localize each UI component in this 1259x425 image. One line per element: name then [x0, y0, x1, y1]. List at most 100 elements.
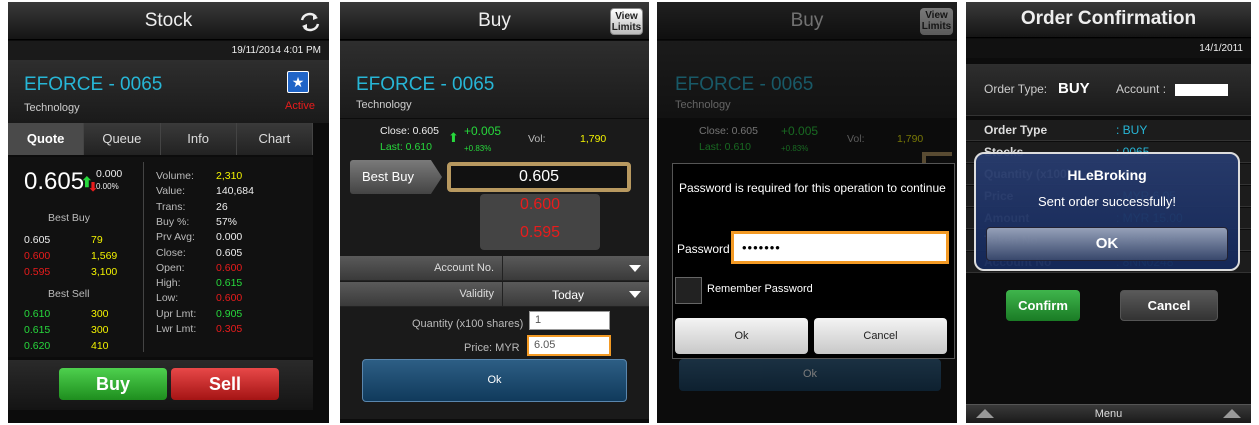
tab-info[interactable]: Info — [160, 123, 237, 155]
ask-qty: 300 — [91, 308, 109, 320]
password-ok-button[interactable]: Ok — [675, 318, 808, 354]
bid-price: 0.595 — [24, 266, 51, 278]
date: 14/1/2011 — [966, 39, 1251, 58]
stat-value: 140,684 — [216, 185, 254, 198]
divider — [143, 162, 144, 352]
account-label: Account : — [1116, 82, 1167, 96]
tab-chart[interactable]: Chart — [236, 123, 313, 155]
header-bar: Buy — [340, 2, 649, 40]
price-change-pct: +0.83% — [464, 144, 492, 153]
cancel-button[interactable]: Cancel — [1120, 290, 1218, 321]
account-label: Account No. — [340, 256, 503, 281]
stat-value: 0.605 — [216, 246, 243, 259]
tab-queue[interactable]: Queue — [84, 123, 161, 155]
tab-bar: Quote Queue Info Chart — [8, 123, 313, 155]
view-limits-button[interactable]: View Limits — [610, 8, 643, 35]
stat-value: 0.615 — [216, 277, 243, 290]
close-price: Close: 0.605 — [699, 125, 758, 137]
page-title: Buy — [790, 10, 824, 31]
bid-price: 0.600 — [24, 250, 51, 262]
page-title: Order Confirmation — [1020, 8, 1197, 29]
detail-value: : BUY — [1116, 123, 1148, 137]
stat-label: Upr Lmt: — [156, 307, 197, 320]
bid-qty: 1,569 — [91, 250, 118, 262]
stat-label: Buy %: — [156, 215, 190, 228]
remember-checkbox[interactable] — [675, 277, 702, 304]
page-title: Buy — [478, 10, 511, 31]
password-field[interactable]: ••••••• — [731, 231, 949, 264]
bid-price: 0.605 — [24, 234, 51, 246]
volume-label: Vol: — [847, 133, 865, 145]
stat-value: 0.905 — [216, 307, 243, 320]
star-icon[interactable]: ★ — [287, 71, 309, 93]
stat-label: High: — [156, 277, 181, 290]
stat-label: Trans: — [156, 200, 186, 213]
account-redacted — [1175, 84, 1228, 96]
stock-name: EFORCE - 0065 — [24, 74, 163, 95]
tab-quote[interactable]: Quote — [8, 123, 85, 155]
stock-name: EFORCE - 0065 — [356, 74, 495, 95]
buy-button[interactable]: Buy — [59, 368, 167, 400]
detail-label: Order Type — [984, 123, 1048, 137]
dropdown-arrow-icon — [629, 291, 641, 298]
price-picker-selected[interactable]: 0.605 — [447, 162, 631, 192]
dialog-message: Password is required for this operation … — [679, 181, 946, 195]
stat-value: 0.600 — [216, 292, 243, 305]
sell-button[interactable]: Sell — [171, 368, 279, 400]
menu-label: Menu — [1094, 408, 1123, 420]
password-dialog: Password is required for this operation … — [672, 163, 955, 359]
refresh-icon[interactable] — [299, 11, 321, 33]
best-sell-label: Best Sell — [48, 288, 90, 300]
volume-label: Vol: — [528, 133, 546, 145]
validity-dropdown[interactable]: Validity Today — [340, 282, 649, 307]
datetime: 19/11/2014 4:01 PM — [8, 41, 329, 60]
order-type: BUY — [1058, 80, 1090, 97]
volume: 1,790 — [897, 133, 924, 145]
price-field[interactable]: 6.05 — [527, 335, 611, 356]
stat-value: 57% — [216, 215, 238, 228]
last-price: 0.605 — [24, 168, 85, 195]
view-limits-button: View Limits — [920, 8, 953, 35]
confirm-button[interactable]: Confirm — [1006, 290, 1080, 321]
stat-label: Value: — [156, 185, 185, 198]
alert-ok-button[interactable]: OK — [986, 227, 1228, 261]
dropdown-arrow-icon — [629, 265, 641, 272]
status-label: Active — [285, 100, 315, 112]
alert-title: HLeBroking — [1067, 167, 1147, 183]
password-cancel-button[interactable]: Cancel — [814, 318, 947, 354]
sector: Technology — [675, 99, 731, 111]
order-type-label: Order Type: — [984, 82, 1048, 96]
alert-message: Sent order successfully! — [1037, 194, 1176, 209]
stat-label: Prv Avg: — [156, 231, 195, 244]
header-bar: Buy — [657, 2, 957, 40]
quantity-field[interactable]: 1 — [529, 311, 610, 330]
order-confirmation-screen: Order Confirmation 14/1/2011 Order Type:… — [966, 2, 1251, 423]
stat-value: 0.600 — [216, 261, 243, 274]
header-bar: Order Confirmation — [966, 2, 1251, 38]
validity-label: Validity — [340, 282, 503, 307]
stat-value: 0.305 — [216, 323, 243, 335]
alert-dialog: HLeBroking Sent order successfully! OK — [974, 152, 1240, 271]
ask-price: 0.610 — [24, 308, 51, 320]
stat-label: Volume: — [156, 170, 194, 182]
ok-button[interactable]: Ok — [362, 359, 627, 402]
remember-label: Remember Password — [707, 283, 813, 295]
stat-label: Open: — [156, 261, 185, 274]
account-dropdown[interactable]: Account No. — [340, 256, 649, 281]
stat-label: Lwr Lmt: — [156, 323, 197, 335]
last-price: Last: 0.610 — [380, 141, 432, 153]
quantity-label: Quantity (x100 shares) — [412, 318, 524, 330]
password-dialog-screen: Buy View Limits EFORCE - 0065 Technology… — [657, 2, 957, 423]
menu-bar[interactable]: Menu — [966, 404, 1251, 423]
arrow-up-icon: ⬆ — [448, 130, 459, 145]
price-option[interactable]: 0.600 — [480, 196, 600, 214]
stat-label: Low: — [156, 292, 179, 305]
detail-row: Order Type : BUY — [966, 120, 1251, 141]
stock-quote-screen: Stock 19/11/2014 4:01 PM EFORCE - 0065 T… — [8, 2, 329, 423]
ok-button: Ok — [679, 359, 941, 391]
bid-qty: 79 — [91, 234, 103, 246]
price-option[interactable]: 0.595 — [480, 224, 600, 242]
header-bar: Stock — [8, 2, 329, 40]
buy-order-screen: Buy View Limits EFORCE - 0065 Technology… — [340, 2, 649, 423]
stat-label: Close: — [156, 246, 186, 259]
